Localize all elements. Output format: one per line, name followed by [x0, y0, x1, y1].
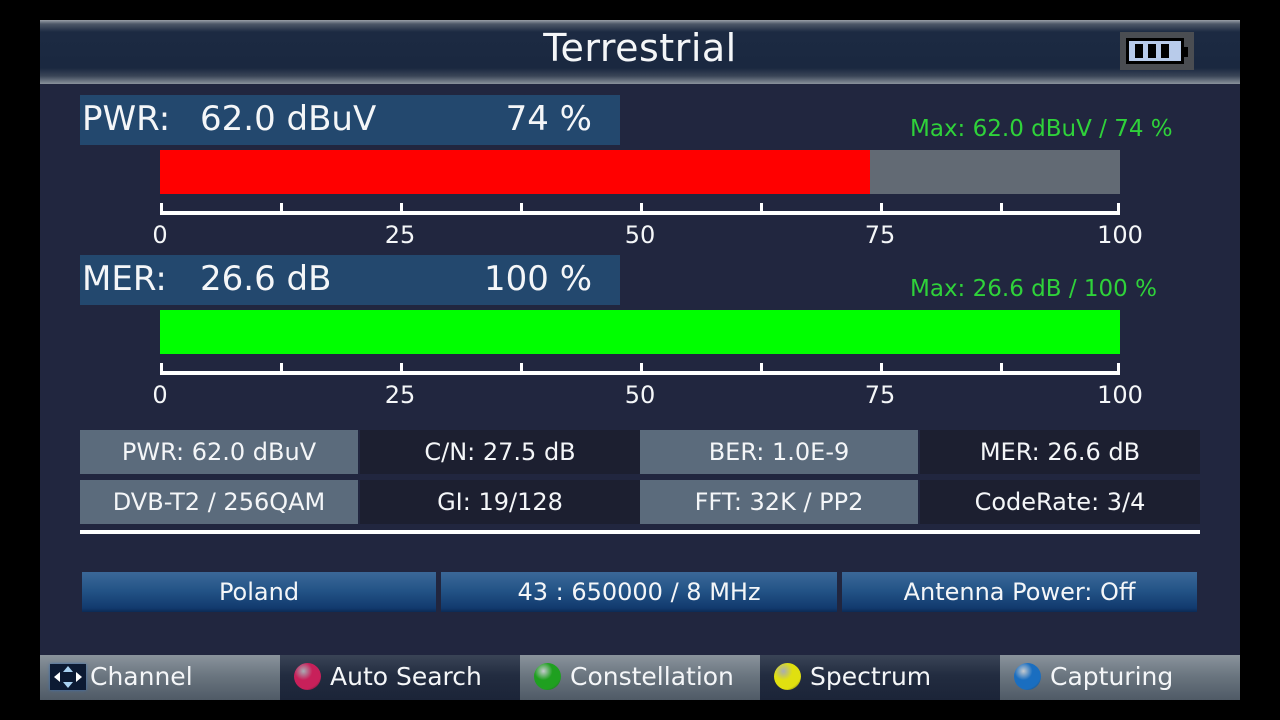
scale-tick: [640, 203, 643, 215]
mer-value: 26.6 dB: [200, 259, 332, 299]
pwr-bar: [160, 150, 1120, 194]
mer-percent: 100 %: [483, 259, 592, 299]
channel-key-label: Channel: [90, 662, 193, 691]
analyzer-screen: Terrestrial PWR: 62.0 dBuV 74 % Max: 62.…: [40, 20, 1240, 700]
scale-tick: [1000, 363, 1003, 375]
pwr-value: 62.0 dBuV: [200, 99, 377, 139]
param-cn: C/N: 27.5 dB: [360, 430, 640, 474]
scale-tick: [1117, 363, 1120, 375]
param-coderate: CodeRate: 3/4: [920, 480, 1200, 524]
mer-readout: MER: 26.6 dB 100 %: [80, 255, 620, 305]
pwr-max: Max: 62.0 dBuV / 74 %: [910, 116, 1173, 142]
scale-label: 25: [384, 221, 416, 249]
scale-tick: [880, 203, 883, 215]
capturing-key-label: Capturing: [1050, 662, 1174, 691]
constellation-key[interactable]: Constellation: [520, 655, 760, 700]
battery-icon: [1120, 32, 1194, 70]
red-button-icon: [294, 663, 321, 690]
scale-tick: [400, 363, 403, 375]
pwr-percent: 74 %: [505, 99, 592, 139]
green-button-icon: [534, 663, 561, 690]
scale-tick: [640, 363, 643, 375]
scale-label: 75: [864, 221, 896, 249]
scale-label: 100: [1097, 221, 1143, 249]
mer-label: MER:: [82, 259, 167, 299]
scale-tick: [280, 203, 283, 215]
antenna-power-button[interactable]: Antenna Power: Off: [842, 572, 1197, 612]
auto-search-key[interactable]: Auto Search: [280, 655, 520, 700]
channel-frequency-button[interactable]: 43 : 650000 / 8 MHz: [441, 572, 837, 612]
scale-label: 0: [152, 381, 168, 409]
scale-tick: [880, 363, 883, 375]
scale-tick: [520, 203, 523, 215]
pwr-bar-fill: [160, 150, 871, 194]
blue-button-icon: [1014, 663, 1041, 690]
pwr-scale: [160, 203, 1120, 215]
scale-tick: [1000, 203, 1003, 215]
spectrum-key[interactable]: Spectrum: [760, 655, 1000, 700]
scale-label: 100: [1097, 381, 1143, 409]
scale-tick: [400, 203, 403, 215]
mer-scale: [160, 363, 1120, 375]
param-mer: MER: 26.6 dB: [920, 430, 1200, 474]
scale-tick: [160, 363, 163, 375]
scale-tick: [760, 203, 763, 215]
auto-search-key-label: Auto Search: [330, 662, 482, 691]
constellation-key-label: Constellation: [570, 662, 734, 691]
mer-max: Max: 26.6 dB / 100 %: [910, 276, 1157, 302]
scale-label: 75: [864, 381, 896, 409]
scale-tick: [520, 363, 523, 375]
pwr-label: PWR:: [82, 99, 171, 139]
title-bar: Terrestrial: [40, 20, 1240, 84]
param-gi: GI: 19/128: [360, 480, 640, 524]
channel-key[interactable]: Channel: [40, 655, 280, 700]
page-title: Terrestrial: [543, 26, 737, 70]
scale-label: 50: [624, 221, 656, 249]
capturing-key[interactable]: Capturing: [1000, 655, 1240, 700]
scale-label: 0: [152, 221, 168, 249]
divider: [80, 530, 1200, 534]
yellow-button-icon: [774, 663, 801, 690]
mer-bar-fill: [160, 310, 1120, 354]
region-button[interactable]: Poland: [82, 572, 436, 612]
scale-tick: [760, 363, 763, 375]
scale-label: 50: [624, 381, 656, 409]
scale-tick: [280, 363, 283, 375]
mer-bar: [160, 310, 1120, 354]
scale-tick: [160, 203, 163, 215]
spectrum-key-label: Spectrum: [810, 662, 932, 691]
scale-tick: [1117, 203, 1120, 215]
function-key-bar: Channel Auto Search Constellation Spectr…: [40, 655, 1240, 700]
param-fft: FFT: 32K / PP2: [640, 480, 918, 524]
scale-label: 25: [384, 381, 416, 409]
arrow-keys-icon: [50, 664, 86, 690]
param-standard: DVB-T2 / 256QAM: [80, 480, 358, 524]
param-pwr: PWR: 62.0 dBuV: [80, 430, 358, 474]
pwr-readout: PWR: 62.0 dBuV 74 %: [80, 95, 620, 145]
param-ber: BER: 1.0E-9: [640, 430, 918, 474]
